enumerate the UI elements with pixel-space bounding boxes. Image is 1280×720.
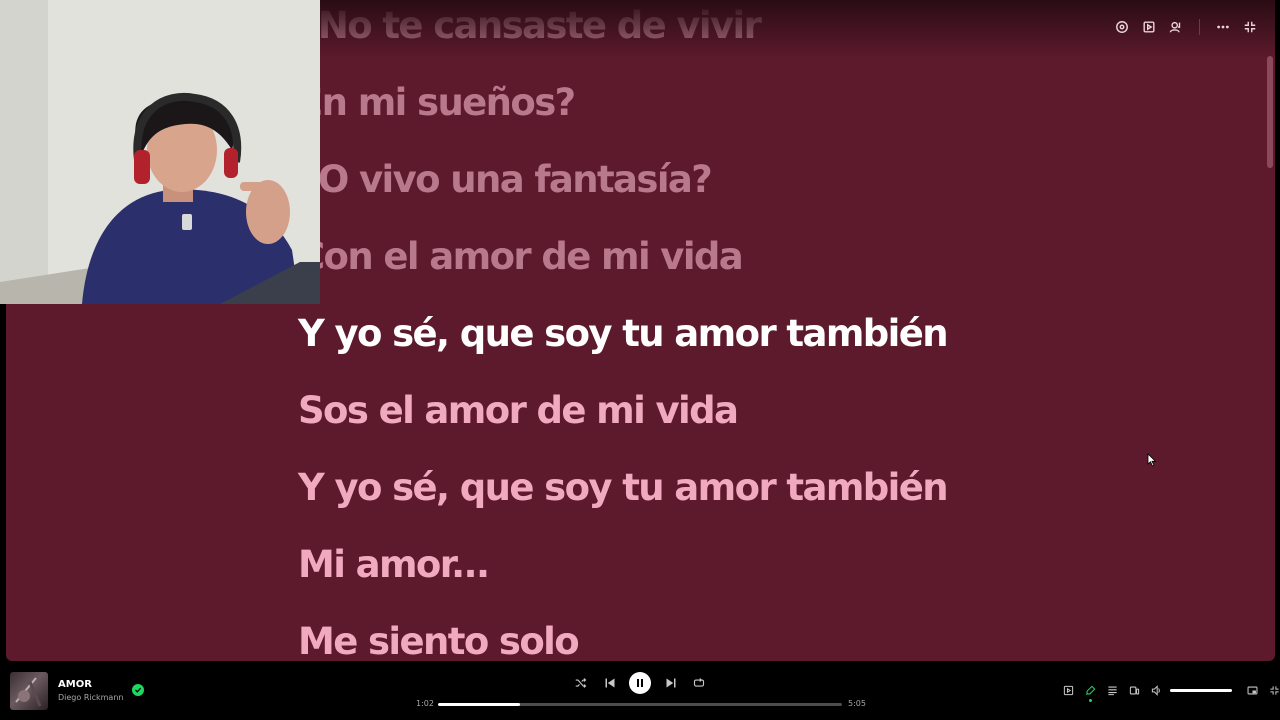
lyrics-mic-icon[interactable] — [1082, 682, 1098, 702]
liked-check-icon[interactable] — [132, 684, 144, 696]
pause-icon — [637, 679, 643, 687]
lyrics-scrollbar[interactable] — [1267, 56, 1273, 168]
elapsed-time: 1:02 — [416, 699, 434, 708]
more-icon[interactable] — [1214, 18, 1232, 36]
shuffle-icon[interactable] — [572, 674, 590, 692]
progress-bar[interactable] — [438, 703, 842, 706]
volume-icon[interactable] — [1148, 682, 1164, 698]
mouse-cursor-icon — [1147, 453, 1157, 467]
divider — [1199, 19, 1200, 35]
fullscreen-icon[interactable] — [1266, 682, 1280, 698]
lyric-line[interactable]: ¿No te cansaste de vivir — [298, 4, 762, 48]
active-indicator — [1089, 699, 1092, 702]
volume-fill — [1170, 688, 1232, 692]
progress-fill — [438, 703, 521, 706]
now-playing-view-icon[interactable] — [1060, 682, 1076, 698]
total-duration: 5:05 — [848, 699, 866, 708]
player-bar: AMOR Diego Rickmann 1:02 5:05 — [0, 661, 1280, 720]
volume-slider[interactable] — [1170, 688, 1232, 692]
track-title[interactable]: AMOR — [58, 679, 92, 690]
extra-controls — [1060, 682, 1280, 702]
lyric-line[interactable]: En mi sueños? — [298, 81, 576, 125]
previous-icon[interactable] — [601, 674, 619, 692]
connect-device-icon[interactable] — [1167, 18, 1185, 36]
next-icon[interactable] — [662, 674, 680, 692]
queue-icon[interactable] — [1104, 682, 1120, 698]
radio-icon[interactable] — [1113, 18, 1131, 36]
lyric-line[interactable]: Y yo sé, que soy tu amor también — [298, 466, 949, 510]
lyric-line[interactable]: Me siento solo — [298, 620, 580, 661]
exit-fullscreen-icon[interactable] — [1241, 18, 1259, 36]
album-art-image — [15, 677, 42, 707]
lyric-line[interactable]: Con el amor de mi vida — [298, 235, 744, 279]
track-artist[interactable]: Diego Rickmann — [58, 693, 123, 702]
lyric-line[interactable]: Mi amor... — [298, 543, 490, 587]
pause-button[interactable] — [629, 672, 651, 694]
webcam-person-image — [0, 0, 320, 304]
active-lyric-line[interactable]: Y yo sé, que soy tu amor también — [298, 312, 949, 356]
lyric-line[interactable]: ¿O vivo una fantasía? — [298, 158, 713, 202]
playback-controls — [572, 672, 708, 694]
album-cover[interactable] — [10, 672, 48, 710]
miniplayer-icon[interactable] — [1244, 682, 1260, 698]
repeat-icon[interactable] — [690, 674, 708, 692]
connect-device-icon[interactable] — [1126, 682, 1142, 698]
lyrics-top-actions — [1113, 18, 1259, 36]
webcam-overlay — [0, 0, 320, 304]
lyric-line[interactable]: Sos el amor de mi vida — [298, 389, 739, 433]
now-playing-view-icon[interactable] — [1140, 18, 1158, 36]
